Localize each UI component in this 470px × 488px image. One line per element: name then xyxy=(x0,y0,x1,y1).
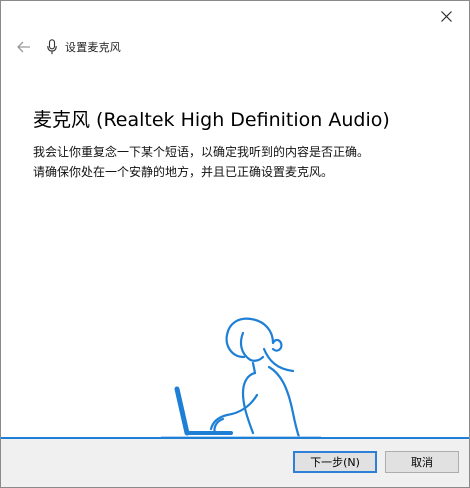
back-button[interactable] xyxy=(15,38,33,56)
cancel-button[interactable]: 取消 xyxy=(385,451,459,473)
close-button[interactable] xyxy=(433,5,459,27)
footer-bar: 下一步(N) 取消 xyxy=(1,439,469,487)
instruction-line-1: 我会让你重复念一下某个短语，以确定我听到的内容是否正确。 xyxy=(33,145,370,159)
headline: 麦克风 (Realtek High Definition Audio) xyxy=(33,109,390,131)
nav-row: 设置麦克风 xyxy=(15,36,121,58)
setup-microphone-window: 设置麦克风 麦克风 (Realtek High Definition Audio… xyxy=(0,0,470,488)
instruction-line-2: 请确保你处在一个安静的地方，并且已正确设置麦克风。 xyxy=(33,165,334,179)
instructions: 我会让你重复念一下某个短语，以确定我听到的内容是否正确。 请确保你处在一个安静的… xyxy=(33,142,453,182)
page-title: 设置麦克风 xyxy=(65,41,121,54)
microphone-icon xyxy=(45,38,59,56)
back-arrow-icon xyxy=(17,41,30,53)
next-button[interactable]: 下一步(N) xyxy=(293,451,377,473)
person-with-laptop-illustration xyxy=(161,317,321,439)
close-icon xyxy=(440,10,452,22)
